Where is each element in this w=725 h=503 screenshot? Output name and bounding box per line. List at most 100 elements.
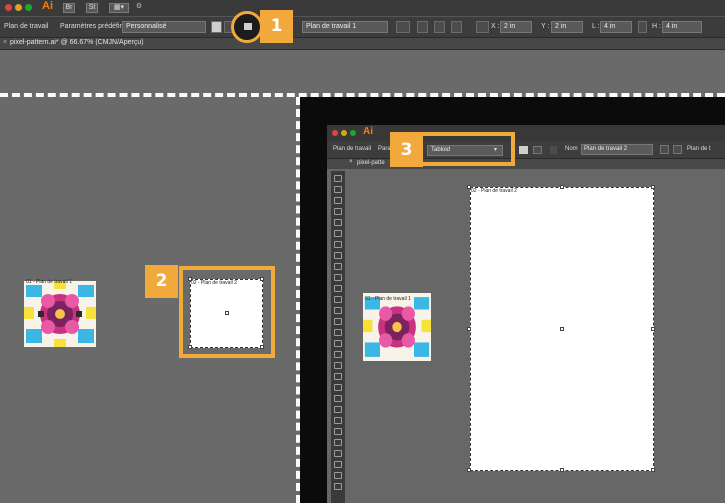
move-with-artboard-icon[interactable] <box>396 21 410 33</box>
fill-stroke-icon[interactable] <box>334 483 342 490</box>
center-mark-icon[interactable] <box>434 21 445 33</box>
inset-document-title: pixel-patte <box>357 160 385 166</box>
line-tool-icon[interactable] <box>334 252 342 259</box>
perspective-grid-tool-icon[interactable] <box>334 362 342 369</box>
control-bar: Plan de travail Paramètres prédéfinis : … <box>0 16 725 38</box>
tabloid-artboard-handle[interactable] <box>651 185 655 189</box>
rectangle-tool-icon[interactable] <box>334 263 342 270</box>
rotate-tool-icon[interactable] <box>334 307 342 314</box>
width-label: L : <box>592 23 600 30</box>
x-label: X : <box>491 23 500 30</box>
inset-illustrator-logo: Ai <box>363 126 373 137</box>
inset-pixel-pattern-artwork[interactable] <box>363 293 431 361</box>
magic-wand-tool-icon[interactable] <box>334 197 342 204</box>
pen-tool-icon[interactable] <box>334 219 342 226</box>
step-3-badge: 3 <box>390 134 423 167</box>
y-label: Y : <box>541 23 550 30</box>
height-label: H : <box>652 23 661 30</box>
paintbrush-tool-icon[interactable] <box>334 274 342 281</box>
inset-landscape-icon[interactable] <box>533 146 542 154</box>
tabloid-artboard-handle[interactable] <box>560 185 564 189</box>
inset-right-label: Plan de t <box>687 146 711 152</box>
hand-tool-icon[interactable] <box>334 461 342 468</box>
x-field[interactable]: 2 in <box>500 21 532 33</box>
pencil-tool-icon[interactable] <box>334 285 342 292</box>
inset-close-button[interactable] <box>332 130 338 136</box>
inset-minimize-button[interactable] <box>341 130 347 136</box>
inset-artboard-label: Plan de travail <box>333 146 372 152</box>
document-title: pixel-pattern.ai* @ 66.67% (CMJN/Aperçu) <box>10 39 144 46</box>
tutorial-screenshot: Ai Br St ▦▾ ⚙ Plan de travail Paramètres… <box>0 0 725 503</box>
inset-artboard-2-label: 02 - Plan de travail 2 <box>471 188 517 194</box>
link-proportions-icon[interactable] <box>638 21 647 33</box>
portrait-icon[interactable] <box>211 21 222 33</box>
direct-selection-tool-icon[interactable] <box>334 186 342 193</box>
slice-tool-icon[interactable] <box>334 450 342 457</box>
y-field[interactable]: 2 in <box>551 21 583 33</box>
width-field[interactable]: 4 in <box>600 21 632 33</box>
height-field[interactable]: 4 in <box>662 21 702 33</box>
tools-panel <box>331 171 345 503</box>
illustrator-logo: Ai <box>42 0 53 12</box>
inset-artboard-1-label: 01 - Plan de travail 1 <box>365 296 411 302</box>
inset-zoom-button[interactable] <box>350 130 356 136</box>
stock-button[interactable]: St <box>86 3 98 13</box>
width-tool-icon[interactable] <box>334 329 342 336</box>
inset-options-icon[interactable] <box>673 145 682 154</box>
tabloid-artboard-handle[interactable] <box>651 468 655 472</box>
inset-name-label: Nom <box>565 146 578 152</box>
workspace-switcher-icon[interactable]: ▦▾ <box>109 3 129 13</box>
bridge-button[interactable]: Br <box>63 3 75 13</box>
tabloid-artboard-handle[interactable] <box>467 185 471 189</box>
tabloid-artboard-handle[interactable] <box>467 327 471 331</box>
new-artboard-icon[interactable] <box>244 23 252 30</box>
artboard-mode-label: Plan de travail <box>4 23 49 30</box>
step-1-badge: 1 <box>260 10 293 43</box>
tabloid-artboard-handle[interactable] <box>651 327 655 331</box>
eyedropper-tool-icon[interactable] <box>334 395 342 402</box>
inset-document-tab[interactable]: × pixel-patte <box>327 159 725 169</box>
step-2-badge: 2 <box>145 265 178 298</box>
free-transform-tool-icon[interactable] <box>334 340 342 347</box>
inset-close-tab-icon[interactable]: × <box>349 159 353 165</box>
close-window-button[interactable] <box>5 4 12 11</box>
artboard-name-field[interactable]: Plan de travail 1 <box>302 21 388 33</box>
inset-preset-label: Para <box>378 146 391 152</box>
tabloid-artboard-handle[interactable] <box>467 468 471 472</box>
mesh-tool-icon[interactable] <box>334 373 342 380</box>
inset-illustrator-window: Ai Plan de travail Para Nom Plan de trav… <box>327 125 725 503</box>
shape-builder-tool-icon[interactable] <box>334 351 342 358</box>
graph-tool-icon[interactable] <box>334 428 342 435</box>
type-tool-icon[interactable] <box>334 241 342 248</box>
document-tab[interactable]: × pixel-pattern.ai* @ 66.67% (CMJN/Aperç… <box>0 38 725 50</box>
inset-name-field[interactable]: Plan de travail 2 <box>581 144 653 155</box>
preset-dropdown[interactable]: Personnalisé <box>122 21 206 33</box>
minimize-window-button[interactable] <box>15 4 22 11</box>
selection-tool-icon[interactable] <box>334 175 342 182</box>
inset-control-bar: Plan de travail Para Nom Plan de travail… <box>327 141 725 159</box>
reference-point-icon[interactable] <box>476 21 489 33</box>
lasso-tool-icon[interactable] <box>334 208 342 215</box>
inset-portrait-icon[interactable] <box>519 146 528 154</box>
curvature-tool-icon[interactable] <box>334 230 342 237</box>
inset-move-icon[interactable] <box>660 145 669 154</box>
inset-pattern-graphic <box>363 293 431 361</box>
eraser-tool-icon[interactable] <box>334 296 342 303</box>
app-title-bar: Ai Br St ▦▾ ⚙ <box>0 0 725 16</box>
scale-tool-icon[interactable] <box>334 318 342 325</box>
cross-hairs-icon[interactable] <box>451 21 462 33</box>
symbol-sprayer-tool-icon[interactable] <box>334 417 342 424</box>
pixel-pattern-artwork[interactable] <box>24 281 96 347</box>
zoom-tool-icon[interactable] <box>334 472 342 479</box>
inset-delete-icon[interactable] <box>550 146 557 154</box>
tabloid-artboard-handle[interactable] <box>560 468 564 472</box>
gradient-tool-icon[interactable] <box>334 384 342 391</box>
zoom-window-button[interactable] <box>25 4 32 11</box>
step-2-highlight <box>179 266 275 358</box>
gpu-performance-icon[interactable]: ⚙ <box>133 3 145 13</box>
tabloid-artboard-center-handle[interactable] <box>560 327 564 331</box>
artboard-options-icon[interactable] <box>417 21 428 33</box>
blend-tool-icon[interactable] <box>334 406 342 413</box>
artboard-tool-icon[interactable] <box>334 439 342 446</box>
close-tab-icon[interactable]: × <box>3 39 7 46</box>
